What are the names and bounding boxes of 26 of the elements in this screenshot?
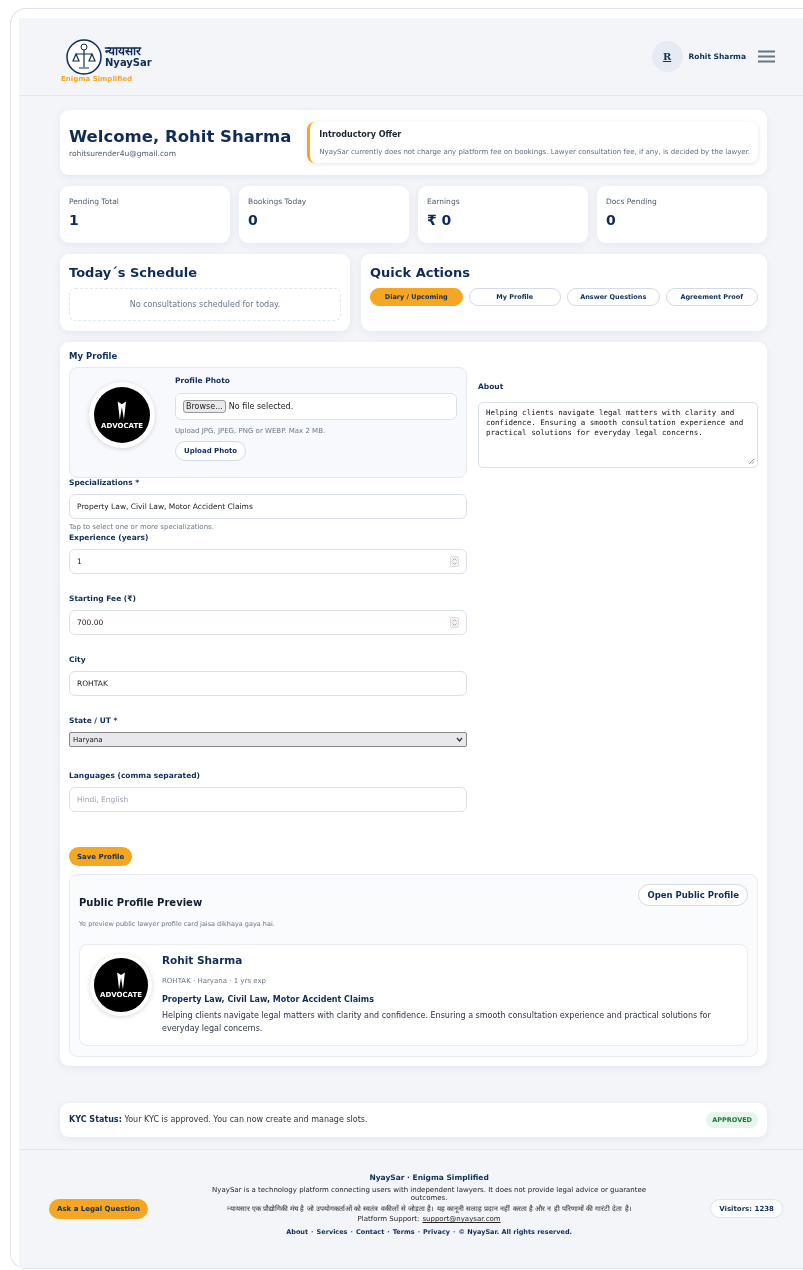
quick-actions-title: Quick Actions bbox=[370, 265, 471, 280]
lawyer-about: Helping clients navigate legal matters with clarity and confidence. Ensuring a smooth consultation experience and practical solutions for everyday legal concerns. bbox=[162, 1010, 712, 1035]
spinner-arrows-icon[interactable] bbox=[450, 617, 459, 628]
lawyer-name: Rohit Sharma bbox=[162, 954, 244, 966]
logo-name: NyaySar bbox=[105, 57, 152, 69]
menu-icon[interactable] bbox=[758, 50, 775, 63]
resize-grip-icon[interactable] bbox=[748, 458, 755, 465]
kyc-status-text: KYC Status: Your KYC is approved. You can now create and manage slots. bbox=[69, 1115, 368, 1125]
preview-title: Public Profile Preview bbox=[79, 897, 203, 908]
welcome-title: Welcome, Rohit Sharma bbox=[69, 127, 292, 146]
spinner-arrows-icon[interactable] bbox=[450, 556, 459, 567]
schedule-title: Today´s Schedule bbox=[69, 265, 198, 280]
chevron-down-icon[interactable] bbox=[456, 737, 463, 742]
stat-value: 0 bbox=[606, 212, 617, 228]
profile-title: My Profile bbox=[69, 351, 119, 361]
file-input-field[interactable]: Browse... No file selected. bbox=[175, 393, 457, 420]
offer-title: Introductory Offer bbox=[319, 130, 403, 139]
stat-value: 1 bbox=[69, 212, 80, 228]
lawyer-specializations: Property Law, Civil Law, Motor Accident Claims bbox=[162, 995, 375, 1004]
logo-hindi-text: न्यायसार bbox=[105, 44, 143, 58]
stat-value: ₹ 0 bbox=[427, 212, 453, 228]
scales-logo-icon bbox=[65, 37, 103, 76]
stat-value: 0 bbox=[248, 212, 259, 228]
open-public-profile-button[interactable]: Open Public Profile bbox=[638, 884, 748, 906]
empty-schedule-message: No consultations scheduled for today. bbox=[69, 288, 341, 321]
user-avatar[interactable]: R bbox=[651, 41, 683, 72]
